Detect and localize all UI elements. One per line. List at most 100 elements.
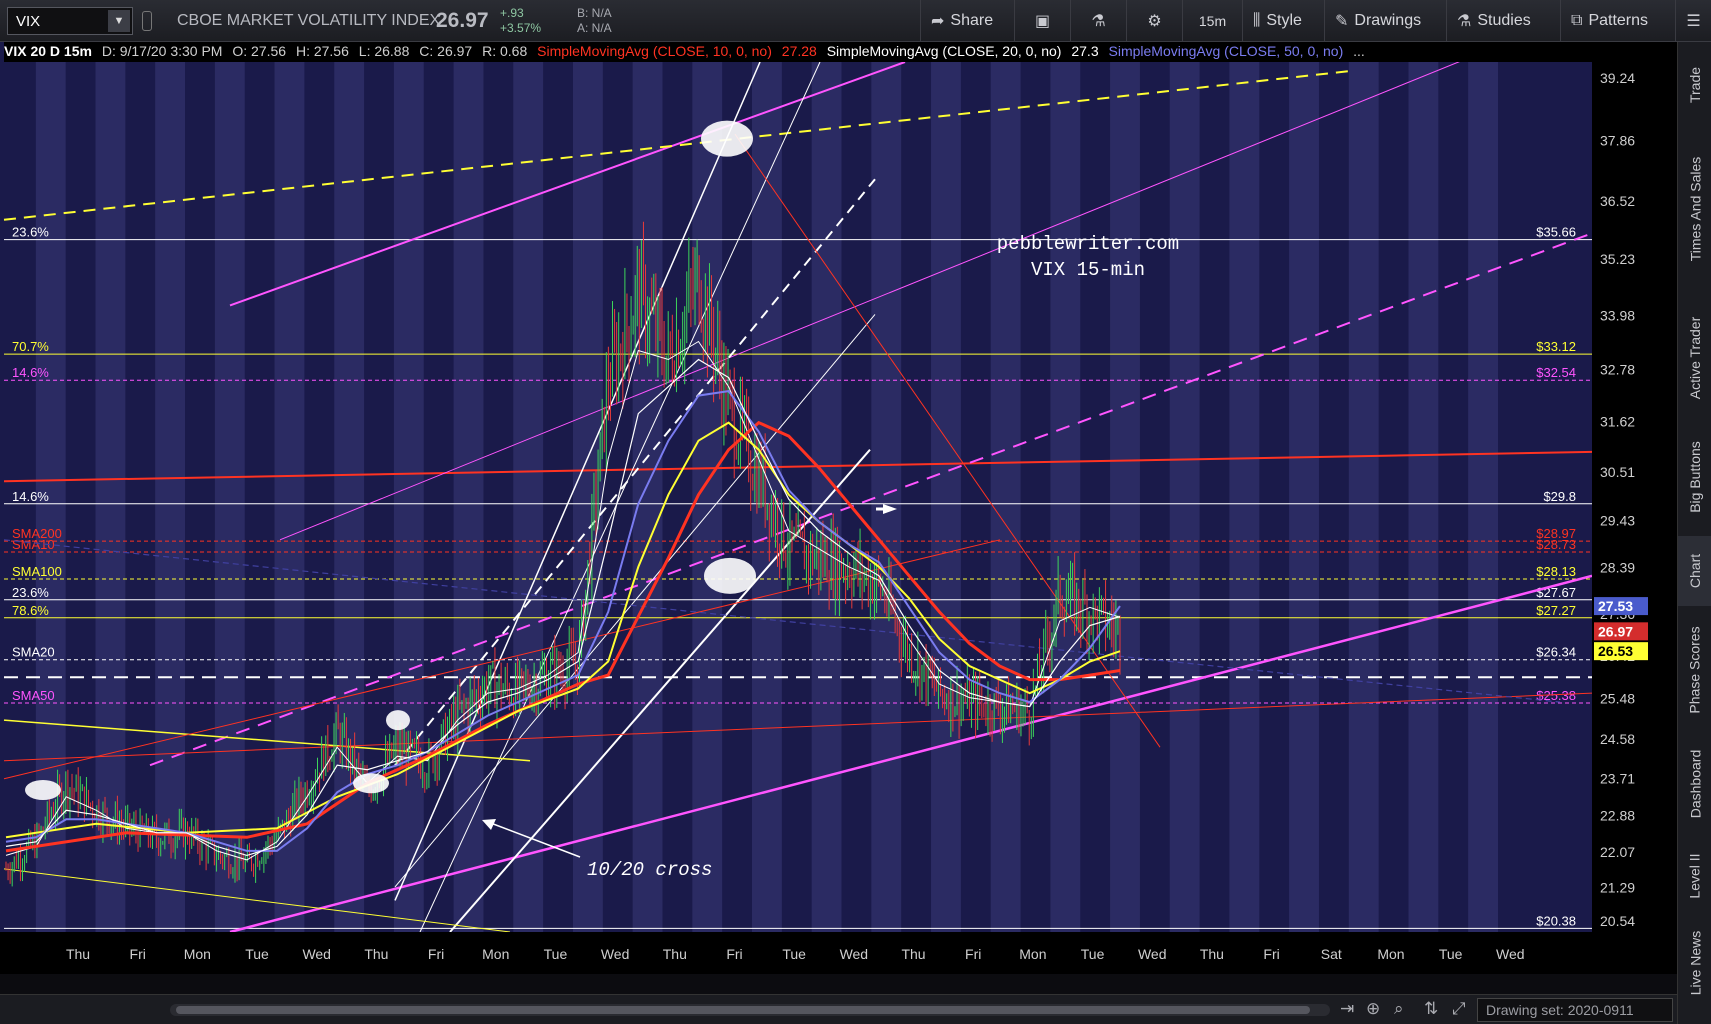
tab-phase-scores-label: Phase Scores bbox=[1687, 626, 1704, 714]
time-axis-label: Fri bbox=[965, 946, 981, 962]
tab-chart-label: Chart bbox=[1687, 553, 1704, 589]
tab-live-news[interactable]: Live News bbox=[1678, 918, 1711, 1008]
session-band bbox=[871, 42, 902, 932]
tab-trade[interactable]: Trade bbox=[1678, 50, 1711, 120]
time-axis-label: Tue bbox=[245, 946, 269, 962]
time-scrollbar[interactable] bbox=[170, 1004, 1330, 1016]
bid-value: B: N/A bbox=[577, 6, 612, 20]
session-band bbox=[274, 42, 305, 932]
scrollbar-thumb[interactable] bbox=[176, 1006, 1310, 1014]
legend-more[interactable]: ... bbox=[1353, 43, 1365, 59]
level-label-right: $35.66 bbox=[1536, 225, 1576, 240]
patterns-button[interactable]: ⧉ Patterns bbox=[1560, 0, 1675, 42]
snapshot-button[interactable]: ▣ bbox=[1014, 0, 1070, 42]
menu-button[interactable]: ☰ bbox=[1675, 0, 1711, 42]
legend-sma10-value: 27.28 bbox=[781, 43, 817, 59]
price-axis-tick: 33.98 bbox=[1600, 307, 1635, 323]
style-label: Style bbox=[1266, 12, 1302, 29]
time-axis-label: Fri bbox=[428, 946, 444, 962]
price-axis-tick: 37.86 bbox=[1600, 132, 1635, 148]
settings-button[interactable]: ⚙ bbox=[1126, 0, 1182, 42]
drawing-set-selector[interactable]: Drawing set: 2020-0911 bbox=[1477, 998, 1673, 1022]
symbol-description: CBOE MARKET VOLATILITY INDEX bbox=[177, 12, 441, 29]
drawings-button[interactable]: ✎ Drawings bbox=[1324, 0, 1446, 42]
session-band bbox=[214, 42, 245, 932]
level-label-left: 14.6% bbox=[12, 365, 49, 380]
price-chart[interactable]: 23.6% $35.66 70.7% $33.12 14.6% $32.54 14.6% $2… bbox=[0, 42, 1592, 974]
studies-label: Studies bbox=[1477, 12, 1531, 29]
time-axis: Thu Fri Mon Tue Wed Thu Fri Mon Tue Wed Thu Fri Tue W… bbox=[0, 932, 1592, 974]
time-axis-label: Tue bbox=[1081, 946, 1105, 962]
link-icon[interactable] bbox=[142, 11, 152, 31]
level-label-left: SMA20 bbox=[12, 645, 55, 660]
time-axis-label: Thu bbox=[66, 946, 90, 962]
last-price: 26.97 bbox=[436, 9, 489, 32]
time-axis-label: Tue bbox=[544, 946, 568, 962]
share-button[interactable]: ➦ Share bbox=[920, 0, 1014, 42]
tab-times-and-sales[interactable]: Times And Sales bbox=[1678, 124, 1711, 294]
tab-phase-scores[interactable]: Phase Scores bbox=[1678, 610, 1711, 730]
tab-chart[interactable]: Chart bbox=[1678, 536, 1711, 606]
time-axis-label: Fri bbox=[726, 946, 742, 962]
tab-big-buttons[interactable]: Big Buttons bbox=[1678, 422, 1711, 532]
price-axis-tick: 30.51 bbox=[1600, 464, 1635, 480]
legend-sma20-label[interactable]: SimpleMovingAvg (CLOSE, 20, 0, no) bbox=[827, 43, 1062, 59]
price-axis-tick: 20.54 bbox=[1600, 913, 1635, 929]
level-label-left: 23.6% bbox=[12, 585, 49, 600]
share-icon: ➦ bbox=[931, 13, 945, 30]
highlight-ellipse bbox=[353, 773, 389, 794]
tab-trade-label: Trade bbox=[1687, 66, 1703, 104]
studies-button[interactable]: ⚗ Studies bbox=[1446, 0, 1560, 42]
time-axis-label: Mon bbox=[482, 946, 509, 962]
symbol-value: VIX bbox=[16, 13, 41, 30]
scroll-end-icon[interactable]: ⇥ bbox=[1340, 999, 1354, 1019]
tab-active-trader[interactable]: Active Trader bbox=[1678, 298, 1711, 418]
price-axis-tick: 25.48 bbox=[1600, 690, 1635, 706]
crosshair-icon[interactable]: ⊕ bbox=[1366, 999, 1380, 1019]
level-label-right: $26.34 bbox=[1536, 645, 1576, 660]
level-label-right: $29.8 bbox=[1543, 489, 1576, 504]
session-band bbox=[632, 42, 663, 932]
zoom-icon[interactable]: ⌕ bbox=[1394, 999, 1404, 1019]
tab-dashboard-label: Dashboard bbox=[1687, 749, 1703, 819]
time-axis-label: Sat bbox=[1321, 946, 1342, 962]
session-band bbox=[692, 42, 723, 932]
expand-icon[interactable]: ⤢ bbox=[1452, 999, 1466, 1019]
time-axis-label: Mon bbox=[184, 946, 211, 962]
time-axis-label: Fri bbox=[130, 946, 146, 962]
session-band bbox=[95, 42, 126, 932]
price-tag: 26.97 bbox=[1598, 623, 1633, 639]
session-band bbox=[990, 42, 1021, 932]
level-label-left: 78.6% bbox=[12, 603, 49, 618]
site-annotation: pebblewriter.com bbox=[997, 233, 1179, 255]
price-tag: 27.53 bbox=[1598, 598, 1633, 614]
symbol-input[interactable]: VIX ▼ bbox=[7, 7, 133, 35]
price-axis-tick: 24.58 bbox=[1600, 731, 1635, 747]
price-axis[interactable]: 20.5421.2922.0722.8823.7124.5825.4826.42… bbox=[1592, 42, 1677, 974]
legend-sma10-label[interactable]: SimpleMovingAvg (CLOSE, 10, 0, no) bbox=[537, 43, 772, 59]
flask-button[interactable]: ⚗ bbox=[1070, 0, 1126, 42]
style-button[interactable]: ⫼ Style bbox=[1242, 0, 1324, 42]
session-band bbox=[334, 42, 365, 932]
session-band bbox=[1110, 42, 1140, 932]
tab-dashboard[interactable]: Dashboard bbox=[1678, 734, 1711, 834]
price-axis-tick: 22.07 bbox=[1600, 844, 1635, 860]
price-tag: 26.53 bbox=[1598, 643, 1633, 659]
session-band bbox=[1169, 42, 1200, 932]
price-axis-tick: 23.71 bbox=[1600, 770, 1635, 786]
time-axis-label: Fri bbox=[1263, 946, 1279, 962]
legend-range: R: 0.68 bbox=[482, 43, 528, 59]
legend-date: D: 9/17/20 3:30 PM bbox=[101, 43, 223, 59]
cross-annotation: 10/20 cross bbox=[587, 859, 712, 881]
level-label-left: 14.6% bbox=[12, 489, 49, 504]
timeframe-button[interactable]: 15m bbox=[1182, 0, 1242, 42]
pan-icon[interactable]: ⇅ bbox=[1424, 999, 1438, 1019]
session-band bbox=[931, 42, 961, 932]
legend-sma50-label[interactable]: SimpleMovingAvg (CLOSE, 50, 0, no) bbox=[1109, 43, 1344, 59]
legend-close: C: 26.97 bbox=[419, 43, 473, 59]
tab-level-ii[interactable]: Level II bbox=[1678, 838, 1711, 914]
time-axis-label: Wed bbox=[1496, 946, 1525, 962]
symbol-dropdown-icon[interactable]: ▼ bbox=[108, 10, 130, 32]
legend-open: O: 27.56 bbox=[232, 43, 287, 59]
tab-times-and-sales-label: Times And Sales bbox=[1687, 156, 1703, 262]
